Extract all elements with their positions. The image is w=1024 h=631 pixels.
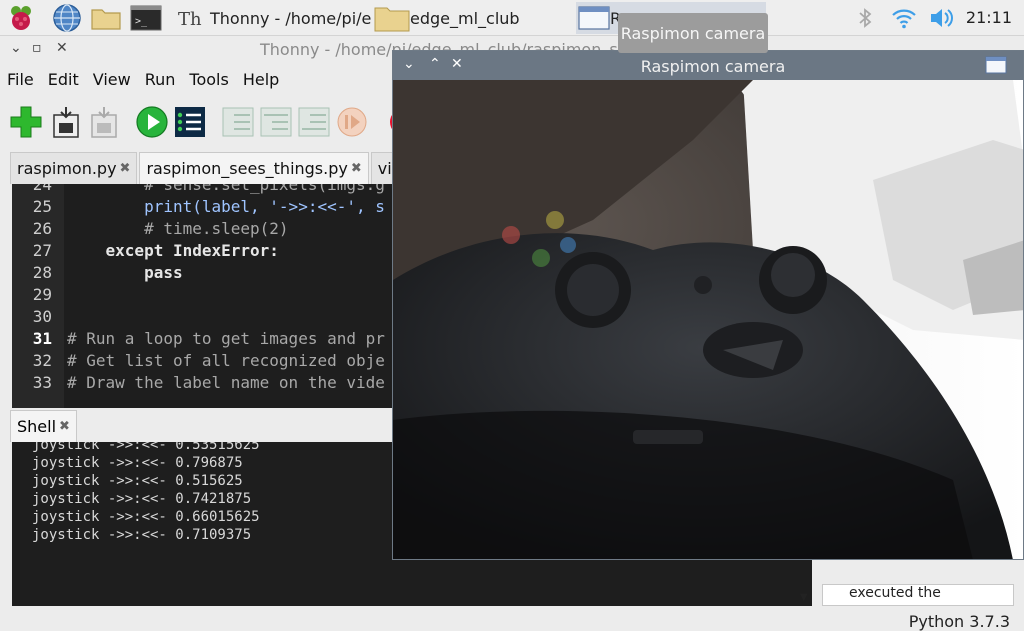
maximize-icon[interactable]: ▫ [32, 40, 42, 56]
shell-line: joystick ->>:<<- 0.7421875 [32, 491, 252, 507]
code-line: # time.sleep(2) [67, 219, 289, 238]
shell-line: joystick ->>:<<- 0.53515625 [32, 442, 260, 453]
clock[interactable]: 21:11 [966, 8, 1012, 27]
camera-window-title: Raspimon camera [640, 57, 786, 76]
debug-icon[interactable] [172, 102, 208, 142]
resume-icon[interactable] [334, 102, 370, 142]
line-number: 28 [32, 263, 52, 282]
step-into-icon[interactable] [258, 102, 294, 142]
shell-line: joystick ->>:<<- 0.7109375 [32, 527, 252, 543]
code-line: # sense.set_pixels(imgs.g [67, 184, 385, 194]
line-number: 29 [32, 285, 52, 304]
shell-line: joystick ->>:<<- 0.66015625 [32, 509, 260, 525]
tab-label: raspimon_sees_things.py [146, 159, 348, 178]
code-line: # Draw the label name on the vide [67, 373, 385, 392]
camera-titlebar: ⌄ ⌃ ✕ Raspimon camera [393, 51, 1023, 80]
taskbar-edge-ml-club[interactable]: edge_ml_club [374, 2, 570, 34]
svg-text:Th: Th [178, 9, 202, 30]
open-file-icon[interactable] [48, 102, 84, 142]
line-number: 25 [32, 197, 52, 216]
camera-video-feed [393, 80, 1023, 559]
line-number: 24 [32, 184, 52, 194]
editor-tabs: raspimon.py ✖ raspimon_sees_things.py ✖ … [10, 152, 438, 184]
shell-line: joystick ->>:<<- 0.796875 [32, 455, 243, 471]
wifi-icon[interactable] [890, 5, 918, 31]
raspberry-menu-icon[interactable] [6, 3, 36, 33]
tab-raspimon-sees-things[interactable]: raspimon_sees_things.py ✖ [139, 152, 369, 184]
taskbar-edge-ml-club-label: edge_ml_club [410, 8, 520, 28]
step-out-icon[interactable] [296, 102, 332, 142]
thonny-task-icon: Th [178, 6, 202, 30]
menu-help[interactable]: Help [236, 70, 286, 92]
line-number: 30 [32, 307, 52, 326]
menu-file[interactable]: File [0, 70, 41, 92]
step-over-icon[interactable] [220, 102, 256, 142]
shell-line: joystick ->>:<<- 0.515625 [32, 473, 243, 489]
taskbar-thonny[interactable]: Th Thonny - /home/pi/e... [174, 2, 372, 34]
menu-run[interactable]: Run [138, 70, 183, 92]
close-icon[interactable]: ✕ [56, 40, 68, 56]
line-number: 26 [32, 219, 52, 238]
window-icon [578, 4, 610, 32]
code-line: print(label, '->>:<<-', s [67, 197, 385, 216]
camera-window: ⌄ ⌃ ✕ Raspimon camera [392, 50, 1024, 560]
code-line: # Run a loop to get images and pr [67, 329, 385, 348]
tab-label: raspimon.py [17, 159, 117, 178]
taskbar-thonny-label: Thonny - /home/pi/e... [210, 8, 372, 28]
close-tab-icon[interactable]: ✖ [120, 161, 131, 176]
line-number: 27 [32, 241, 52, 260]
line-number: 33 [32, 373, 52, 392]
line-number: 31 [32, 329, 52, 348]
menu-tools[interactable]: Tools [182, 70, 235, 92]
terminal-icon[interactable]: >_ [130, 3, 162, 33]
run-icon[interactable] [134, 102, 170, 142]
code-line: # Get list of all recognized obje [67, 351, 385, 370]
close-tab-icon[interactable]: ✖ [59, 419, 70, 434]
browser-globe-icon[interactable] [52, 3, 82, 33]
save-file-icon[interactable] [86, 102, 122, 142]
folder-icon [374, 4, 410, 32]
scroll-down-icon[interactable]: ▼ [800, 592, 808, 603]
code-line: pass [67, 263, 183, 282]
tab-shell[interactable]: Shell ✖ [10, 410, 77, 442]
code-editor[interactable]: 24 25 26 27 28 29 30 31 32 33 # sense.se… [12, 184, 392, 408]
svg-text:>_: >_ [135, 16, 148, 27]
code-line: except IndexError: [67, 241, 279, 260]
close-tab-icon[interactable]: ✖ [351, 161, 362, 176]
window-menu-icon[interactable] [985, 55, 1007, 79]
menu-edit[interactable]: Edit [41, 70, 86, 92]
tab-raspimon[interactable]: raspimon.py ✖ [10, 152, 138, 184]
taskbar: >_ Th Thonny - /home/pi/e... edge_ml_clu… [0, 0, 1024, 36]
volume-icon[interactable] [928, 5, 958, 31]
shell-tab-label: Shell [17, 417, 57, 436]
taskbar-tooltip: Raspimon camera [618, 13, 768, 53]
minimize-icon[interactable]: ⌄ [10, 40, 22, 56]
bluetooth-icon[interactable] [852, 5, 878, 31]
assistant-panel: executed the [822, 584, 1014, 606]
menubar: File Edit View Run Tools Help [0, 70, 286, 92]
line-number: 32 [32, 351, 52, 370]
interpreter-status[interactable]: Python 3.7.3 [909, 612, 1010, 631]
new-file-icon[interactable] [8, 102, 44, 142]
menu-view[interactable]: View [86, 70, 138, 92]
file-manager-icon[interactable] [90, 3, 121, 33]
